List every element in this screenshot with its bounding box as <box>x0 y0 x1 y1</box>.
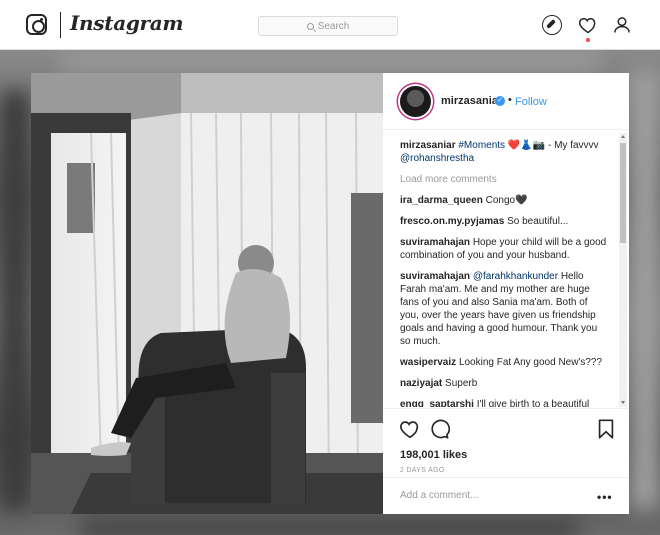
comment-username[interactable]: wasipervaiz <box>400 357 456 368</box>
comment-username[interactable]: naziyajat <box>400 378 442 389</box>
bookmark-icon[interactable] <box>595 418 617 440</box>
search-input[interactable]: Search <box>258 16 398 36</box>
scroll-up-arrow-icon[interactable] <box>621 135 625 138</box>
caption-emoji: ❤️👗📷 <box>507 140 546 151</box>
comment-username[interactable]: ira_darma_queen <box>400 195 483 206</box>
follow-button[interactable]: Follow <box>515 96 547 108</box>
photo-woman-by-window <box>31 73 383 514</box>
header-separator: • <box>508 94 512 106</box>
instagram-camera-icon[interactable] <box>26 14 47 35</box>
post-actions: 198,001 likes 2 DAYS AGO ••• <box>383 408 629 508</box>
post-detail-panel: mirzasaniar ✓ • Follow mirzasaniar #Mome… <box>383 73 629 514</box>
verified-badge-icon: ✓ <box>495 96 505 106</box>
notification-dot <box>586 38 590 42</box>
caption-mention[interactable]: @rohanshrestha <box>400 153 474 164</box>
comment-username[interactable]: engg_saptarshi <box>400 399 474 407</box>
likes-count[interactable]: 198,001 likes <box>400 449 467 461</box>
logo-divider <box>60 12 61 38</box>
comment-text: Superb <box>445 378 478 389</box>
more-options-icon[interactable]: ••• <box>597 490 613 504</box>
person-icon[interactable] <box>612 15 632 35</box>
author-username[interactable]: mirzasaniar <box>441 95 502 107</box>
add-comment-input[interactable] <box>400 490 570 501</box>
search-placeholder: Search <box>317 20 350 32</box>
comment-username[interactable]: suviramahajan <box>400 237 470 248</box>
comment-text: I'll give birth to a beautiful <box>476 399 590 407</box>
add-comment-bar: ••• <box>383 477 629 515</box>
comments-scrollbar-thumb[interactable] <box>620 143 626 243</box>
comments-list: mirzasaniar #Moments ❤️👗📷 - My favvvv @r… <box>400 139 608 407</box>
caption-username[interactable]: mirzasaniar <box>400 140 456 151</box>
comment-username[interactable]: fresco.on.my.pyjamas <box>400 216 504 227</box>
comment-item: suviramahajan @farahkhankunder Hello Far… <box>400 270 608 348</box>
comment-item: suviramahajan Hope your child will be a … <box>400 236 608 262</box>
comment-item: ira_darma_queen Congo🖤 <box>400 194 608 207</box>
heart-icon[interactable] <box>399 418 421 440</box>
comment-text: So beautiful... <box>507 216 569 227</box>
comment-text: Hello Farah ma'am. Me and my mother are … <box>400 271 598 347</box>
search-icon <box>306 22 314 30</box>
comment-username[interactable]: suviramahajan <box>400 271 470 282</box>
load-more-comments-button[interactable]: Load more comments <box>400 173 608 186</box>
top-nav-bar: Instagram Search <box>0 0 660 50</box>
caption-text: - My favvvv <box>547 140 599 151</box>
comment-text: Looking Fat Any good New's??? <box>458 357 603 368</box>
comment-item: wasipervaiz Looking Fat Any good New's??… <box>400 356 608 369</box>
heart-icon[interactable] <box>578 15 598 35</box>
author-avatar[interactable] <box>400 86 431 117</box>
comment-text: Congo🖤 <box>485 195 528 206</box>
scroll-down-arrow-icon[interactable] <box>621 401 625 404</box>
caption-hashtag[interactable]: #Moments <box>458 140 505 151</box>
comment-bubble-icon[interactable] <box>428 418 450 440</box>
post-photo[interactable] <box>31 73 383 514</box>
post-caption: mirzasaniar #Moments ❤️👗📷 - My favvvv @r… <box>400 139 608 165</box>
compass-icon[interactable] <box>542 15 562 35</box>
comment-item: engg_saptarshi I'll give birth to a beau… <box>400 398 608 407</box>
post-header: mirzasaniar ✓ • Follow <box>383 73 629 130</box>
comment-item: naziyajat Superb <box>400 377 608 390</box>
comment-mention[interactable]: @farahkhankunder <box>473 271 558 282</box>
comment-item: fresco.on.my.pyjamas So beautiful... <box>400 215 608 228</box>
post-timestamp: 2 DAYS AGO <box>400 467 445 474</box>
instagram-wordmark[interactable]: Instagram <box>70 11 184 35</box>
